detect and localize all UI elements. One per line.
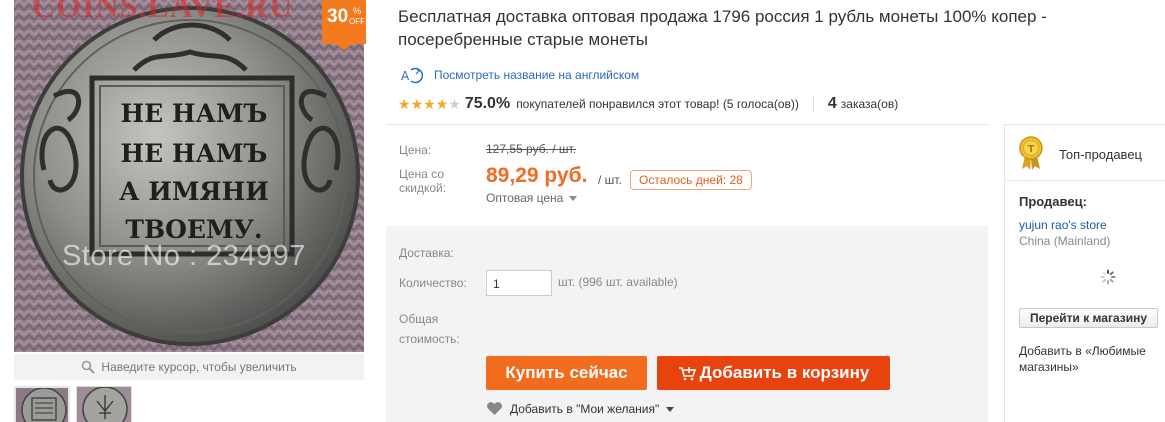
go-to-store-label: Перейти к магазину [1029,311,1148,325]
discount-percent: 30 [327,6,349,27]
wholesale-price-label: Оптовая цена [486,191,564,205]
main-product-image[interactable]: НЕ НАМЪ НЕ НАМЪ А ИМЯНИ ТВОЕМУ. COINS.LA… [14,0,364,352]
seller-heading: Продавец: [1019,194,1087,209]
translate-title-text[interactable]: Посмотреть название на английском [434,68,639,82]
orders-label: заказа(ов) [840,97,899,111]
thumbnail-1[interactable] [14,386,70,422]
add-to-favorite-stores-link[interactable]: Добавить в «Любимые магазины» [1019,343,1159,375]
heart-icon [487,402,502,415]
top-seller-medal-icon: T [1019,136,1043,170]
product-title: Бесплатная доставка оптовая продажа 1796… [398,7,1047,49]
chevron-down-icon[interactable] [666,406,675,412]
thumbnail-coin-obverse [77,387,131,422]
rating-row: ★ ★ ★ ★ ★ 75.0% покупателей понравился э… [398,94,898,114]
old-price: 127,55 руб. / шт. [486,142,577,156]
wholesale-price-dropdown[interactable]: Оптовая цена [486,191,578,205]
zoom-hint: Наведите курсор, чтобы увеличить [14,354,364,380]
thumbnail-coin-reverse [16,388,68,422]
discount-badge: 30 % OFF [322,0,366,50]
medal-letter: T [1028,144,1035,155]
store-number-watermark: Store No : 234997 [62,240,306,272]
divider [1005,180,1165,181]
price-unit: / шт. [598,173,622,187]
buy-now-button[interactable]: Купить сейчас [486,356,647,390]
loading-spinner-icon [1100,269,1116,285]
quantity-label: Количество: [399,276,467,290]
store-name-link[interactable]: yujun rao's store [1019,218,1107,232]
total-cost-label: Общая стоимость: [399,312,460,346]
add-to-cart-label: Добавить в корзину [699,363,870,382]
divider [812,96,814,112]
zoom-hint-text: Наведите курсор, чтобы увеличить [101,360,297,374]
thumbnail-2[interactable] [76,386,132,422]
discount-percent-sign: % [353,6,362,16]
cart-plus-icon [678,367,696,381]
rating-stars: ★ ★ ★ ★ ★ [398,97,461,111]
divider [386,124,988,125]
price-label: Цена: [399,143,432,157]
star-full-icon: ★ [410,96,424,112]
site-watermark: COINS.LAVE.RU [32,0,294,24]
rating-percent: 75.0% [464,95,511,112]
star-full-icon: ★ [423,96,436,112]
days-left-badge: Осталось дней: 28 [630,170,752,190]
buy-now-label: Купить сейчас [505,363,628,382]
orders-count: 4 [827,95,837,112]
translate-title-link[interactable]: A Посмотреть название на английском [398,66,639,84]
star-empty-icon: ★ [448,96,461,112]
magnifier-icon [82,360,96,374]
chevron-down-icon [569,195,578,201]
store-country: China (Mainland) [1019,234,1111,248]
coin-photo: НЕ НАМЪ НЕ НАМЪ А ИМЯНИ ТВОЕМУ. [14,0,364,352]
quantity-available: шт. (996 шт. available) [558,275,678,289]
translate-icon: A [401,67,423,84]
delivery-label: Доставка: [399,246,454,260]
star-full-icon: ★ [398,96,411,112]
quantity-input[interactable]: 1 [486,270,552,296]
coin-line-3: А ИМЯНИ [119,177,269,206]
rating-text[interactable]: покупателей понравился этот товар! (5 го… [516,97,799,111]
coin-line-2: НЕ НАМЪ [121,139,268,168]
thumbnail-strip [14,386,132,422]
go-to-store-button[interactable]: Перейти к магазину [1019,308,1158,328]
product-page: НЕ НАМЪ НЕ НАМЪ А ИМЯНИ ТВОЕМУ. COINS.LA… [0,0,1165,422]
discount-price-label: Цена со скидкой: [399,167,447,195]
discounted-price: 89,29 руб. [486,164,588,187]
order-panel [386,226,988,422]
star-full-icon: ★ [435,96,449,112]
svg-text:A: A [401,69,410,83]
wishlist-label: Добавить в "Мои желания" [510,402,660,416]
coin-line-1: НЕ НАМЪ [121,99,268,128]
discount-off-label: OFF [349,17,365,26]
add-to-cart-button[interactable]: Добавить в корзину [657,356,890,390]
top-seller-label: Топ-продавец [1059,147,1142,162]
add-to-wishlist-link[interactable]: Добавить в "Мои желания" [486,402,675,416]
